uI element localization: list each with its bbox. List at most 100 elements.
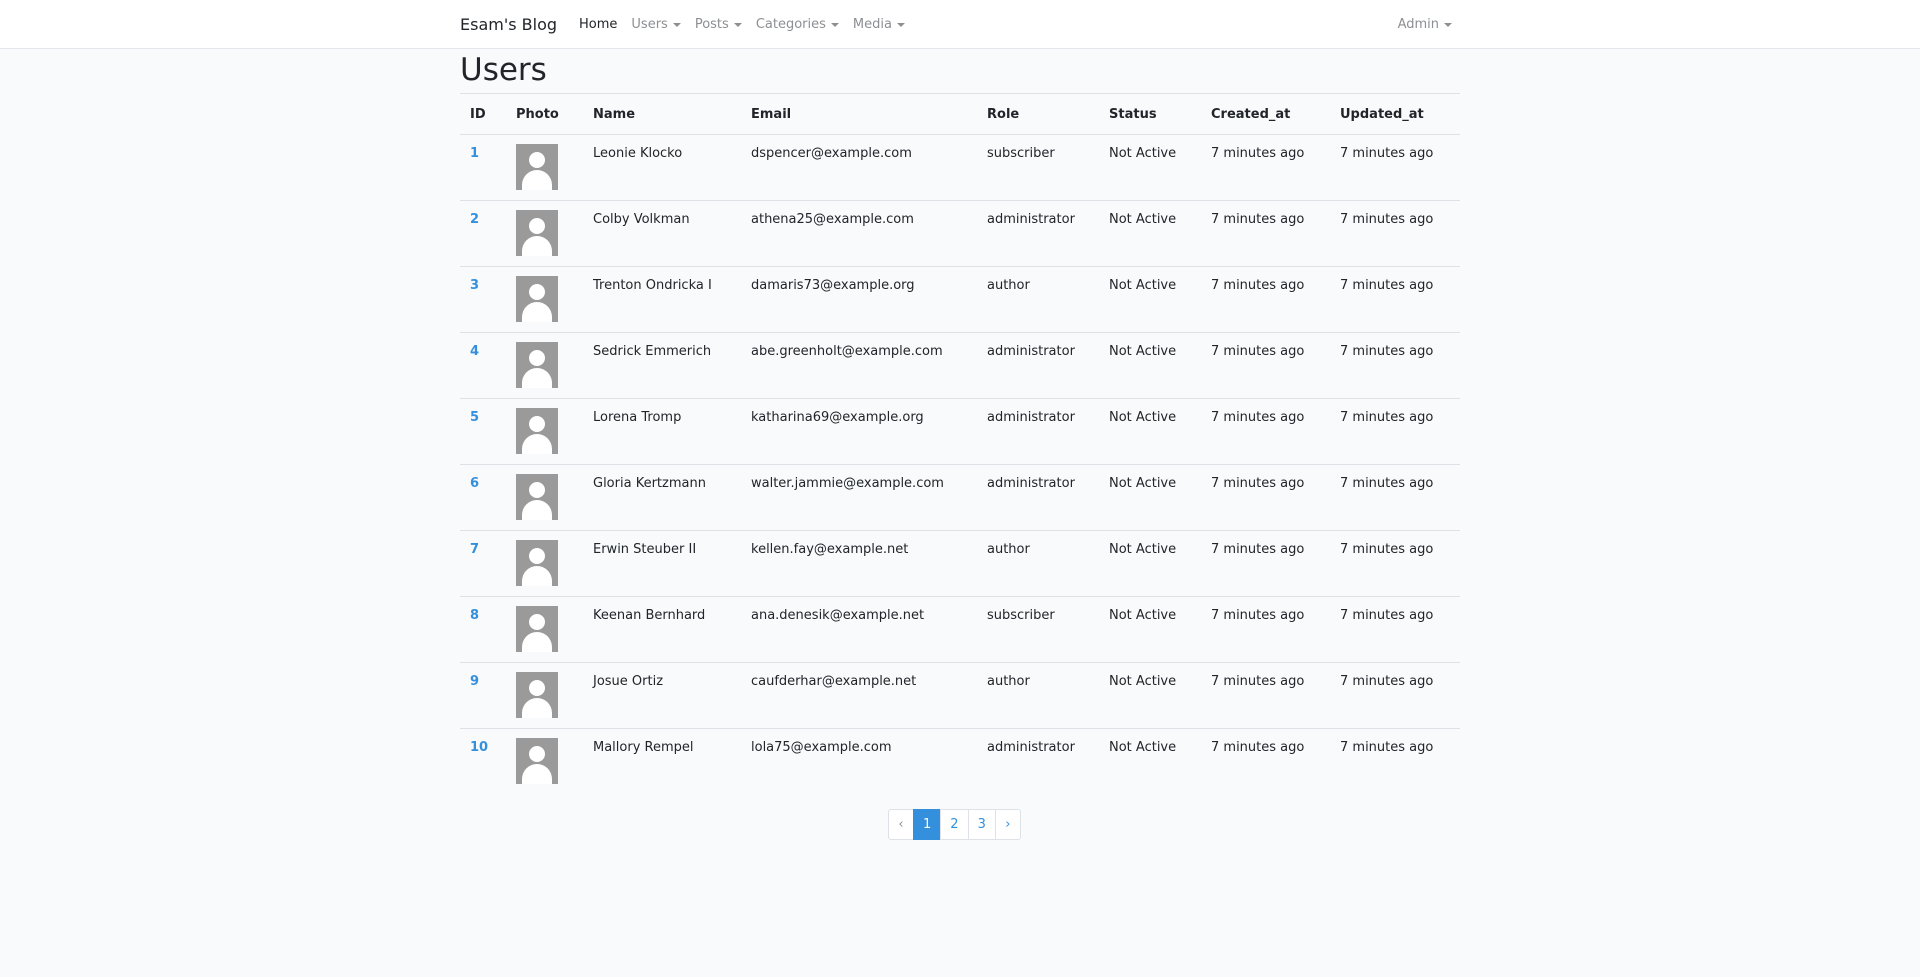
cell-created-at: 7 minutes ago bbox=[1201, 266, 1330, 333]
cell-status: Not Active bbox=[1099, 662, 1201, 729]
cell-id: 8 bbox=[460, 596, 506, 663]
avatar-head bbox=[529, 350, 545, 366]
avatar-body bbox=[522, 698, 552, 718]
cell-updated-at: 7 minutes ago bbox=[1330, 266, 1460, 333]
avatar-placeholder-icon bbox=[516, 738, 558, 784]
user-id-link[interactable]: 4 bbox=[470, 344, 479, 359]
cell-photo bbox=[506, 398, 583, 465]
table-row: 1 Leonie Klocko dspencer@example.com subscr… bbox=[460, 135, 1460, 201]
column-header-email: Email bbox=[741, 93, 977, 135]
table-row: 4 Sedrick Emmerich abe.greenholt@example.c… bbox=[460, 332, 1460, 399]
cell-status: Not Active bbox=[1099, 728, 1201, 795]
cell-name: Trenton Ondricka I bbox=[583, 266, 741, 333]
cell-updated-at: 7 minutes ago bbox=[1330, 662, 1460, 729]
avatar-body bbox=[522, 632, 552, 652]
user-id-link[interactable]: 2 bbox=[470, 212, 479, 227]
cell-updated-at: 7 minutes ago bbox=[1330, 398, 1460, 465]
cell-updated-at: 7 minutes ago bbox=[1340, 146, 1434, 161]
cell-photo bbox=[506, 662, 583, 729]
cell-updated-at: 7 minutes ago bbox=[1330, 332, 1460, 399]
cell-id: 3 bbox=[460, 266, 506, 333]
cell-status: Not Active bbox=[1099, 266, 1201, 333]
user-id-link[interactable]: 10 bbox=[470, 740, 488, 755]
cell-role: administrator bbox=[977, 332, 1099, 399]
table-row: 2 Colby Volkman athena25@example.com admini… bbox=[460, 200, 1460, 267]
navbar-brand[interactable]: Esam's Blog bbox=[460, 15, 557, 34]
avatar-body bbox=[522, 434, 552, 454]
cell-created-at: 7 minutes ago bbox=[1201, 332, 1330, 399]
avatar-head bbox=[529, 218, 545, 234]
table-header-row: ID Photo Name Email Role Status Created_… bbox=[460, 93, 1460, 135]
nav-categories-dropdown[interactable]: Categories bbox=[756, 17, 839, 32]
pagination-prev-button[interactable]: ‹ bbox=[888, 809, 914, 840]
column-header-photo: Photo bbox=[506, 93, 583, 135]
user-menu-dropdown[interactable]: Admin bbox=[1398, 17, 1452, 32]
user-id-link[interactable]: 5 bbox=[470, 410, 479, 425]
cell-name: Lorena Tromp bbox=[583, 398, 741, 465]
navbar-inner: Esam's Blog Home Users Posts Categories … bbox=[460, 0, 1460, 49]
table-body: 1 Leonie Klocko dspencer@example.com subscr… bbox=[460, 135, 1460, 795]
cell-created-at: 7 minutes ago bbox=[1211, 146, 1305, 161]
table-row: 10 Mallory Rempel lola75@example.com admini… bbox=[460, 728, 1460, 795]
table-row: 9 Josue Ortiz caufderhar@example.net author… bbox=[460, 662, 1460, 729]
cell-name: Sedrick Emmerich bbox=[583, 332, 741, 399]
nav-users-dropdown[interactable]: Users bbox=[631, 17, 681, 32]
pagination-page-1[interactable]: 1 bbox=[913, 809, 942, 840]
avatar-body bbox=[522, 500, 552, 520]
pagination-next-button[interactable]: › bbox=[994, 809, 1021, 840]
top-navbar: Esam's Blog Home Users Posts Categories … bbox=[0, 0, 1920, 49]
cell-updated-at: 7 minutes ago bbox=[1330, 596, 1460, 663]
cell-created-at: 7 minutes ago bbox=[1201, 398, 1330, 465]
cell-updated-at: 7 minutes ago bbox=[1330, 464, 1460, 531]
nav-media-label: Media bbox=[852, 17, 892, 32]
cell-created-at: 7 minutes ago bbox=[1201, 662, 1330, 729]
cell-photo bbox=[506, 530, 583, 597]
cell-status: Not Active bbox=[1099, 398, 1201, 465]
cell-role: subscriber bbox=[987, 146, 1055, 161]
cell-created-at: 7 minutes ago bbox=[1201, 596, 1330, 663]
cell-email: dspencer@example.com bbox=[751, 146, 912, 161]
avatar-placeholder-icon bbox=[516, 144, 558, 190]
user-id-link[interactable]: 9 bbox=[470, 674, 479, 689]
user-id-link[interactable]: 6 bbox=[470, 476, 479, 491]
cell-status: Not Active bbox=[1099, 530, 1201, 597]
cell-role: author bbox=[977, 266, 1099, 333]
cell-status: Not Active bbox=[1099, 596, 1201, 663]
user-id-link[interactable]: 7 bbox=[470, 542, 479, 557]
cell-status: Not Active bbox=[1099, 332, 1201, 399]
cell-photo bbox=[506, 135, 583, 201]
cell-role: administrator bbox=[977, 398, 1099, 465]
cell-created-at: 7 minutes ago bbox=[1201, 200, 1330, 267]
cell-status: Not Active bbox=[1099, 464, 1201, 531]
column-header-created-at: Created_at bbox=[1201, 93, 1330, 135]
avatar-body bbox=[522, 302, 552, 322]
cell-email: caufderhar@example.net bbox=[741, 662, 977, 729]
user-id-link[interactable]: 3 bbox=[470, 278, 479, 293]
pagination-page-2[interactable]: 2 bbox=[940, 809, 969, 840]
user-id-link[interactable]: 8 bbox=[470, 608, 479, 623]
nav-posts-dropdown[interactable]: Posts bbox=[695, 17, 742, 32]
nav-home[interactable]: Home bbox=[579, 17, 617, 32]
avatar-placeholder-icon bbox=[516, 540, 558, 586]
caret-down-icon bbox=[1444, 22, 1452, 27]
table-row: 8 Keenan Bernhard ana.denesik@example.net s… bbox=[460, 596, 1460, 663]
avatar-head bbox=[529, 746, 545, 762]
column-header-name: Name bbox=[583, 93, 741, 135]
table-row: 5 Lorena Tromp katharina69@example.org admi… bbox=[460, 398, 1460, 465]
cell-role: author bbox=[977, 662, 1099, 729]
avatar-body bbox=[522, 368, 552, 388]
column-header-updated-at: Updated_at bbox=[1330, 93, 1460, 135]
pagination-page-3[interactable]: 3 bbox=[967, 809, 996, 840]
user-id-link[interactable]: 1 bbox=[470, 146, 479, 161]
avatar-body bbox=[522, 236, 552, 256]
cell-photo bbox=[506, 200, 583, 267]
cell-email: walter.jammie@example.com bbox=[741, 464, 977, 531]
avatar-placeholder-icon bbox=[516, 342, 558, 388]
cell-email: katharina69@example.org bbox=[741, 398, 977, 465]
cell-created-at: 7 minutes ago bbox=[1201, 530, 1330, 597]
cell-role: administrator bbox=[977, 728, 1099, 795]
caret-down-icon bbox=[733, 22, 742, 27]
cell-id: 9 bbox=[460, 662, 506, 729]
nav-users-label: Users bbox=[631, 17, 668, 32]
nav-media-dropdown[interactable]: Media bbox=[853, 17, 905, 32]
